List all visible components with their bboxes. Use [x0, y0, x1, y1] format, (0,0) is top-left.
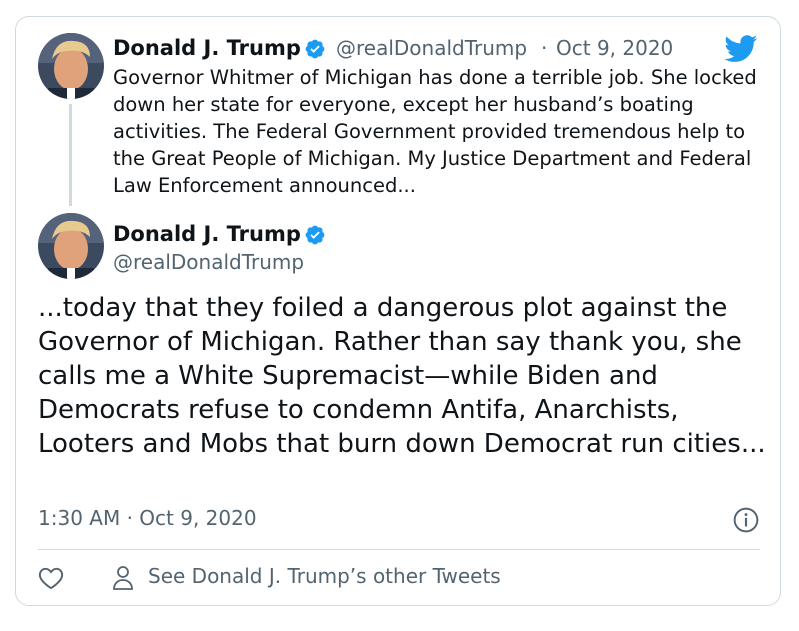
verified-badge-icon: [305, 225, 325, 245]
avatar-image: [38, 213, 104, 279]
tweet-timestamp[interactable]: 1:30 AM · Oct 9, 2020: [38, 506, 257, 530]
tweet-text: ...today that they foiled a dangerous pl…: [38, 293, 766, 459]
author-name[interactable]: Donald J. Trump: [113, 36, 301, 60]
info-icon[interactable]: [733, 507, 759, 533]
person-icon: [113, 566, 133, 590]
author-name[interactable]: Donald J. Trump: [113, 222, 301, 246]
heart-icon[interactable]: [38, 566, 64, 590]
author-handle[interactable]: @realDonaldTrump: [336, 36, 527, 60]
verified-badge-icon: [305, 39, 325, 59]
separator-dot: ·: [541, 36, 548, 60]
avatar[interactable]: [38, 33, 104, 99]
avatar[interactable]: [38, 213, 104, 279]
avatar-image: [38, 33, 104, 99]
divider: [38, 549, 760, 550]
twitter-bird-icon[interactable]: [724, 35, 758, 63]
thread-connector-line: [69, 104, 72, 206]
author-handle[interactable]: @realDonaldTrump: [113, 250, 304, 274]
tweet-date[interactable]: Oct 9, 2020: [556, 36, 673, 60]
see-other-tweets-link[interactable]: See Donald J. Trump’s other Tweets: [148, 564, 501, 588]
tweet-text: Governor Whitmer of Michigan has done a …: [113, 66, 757, 197]
